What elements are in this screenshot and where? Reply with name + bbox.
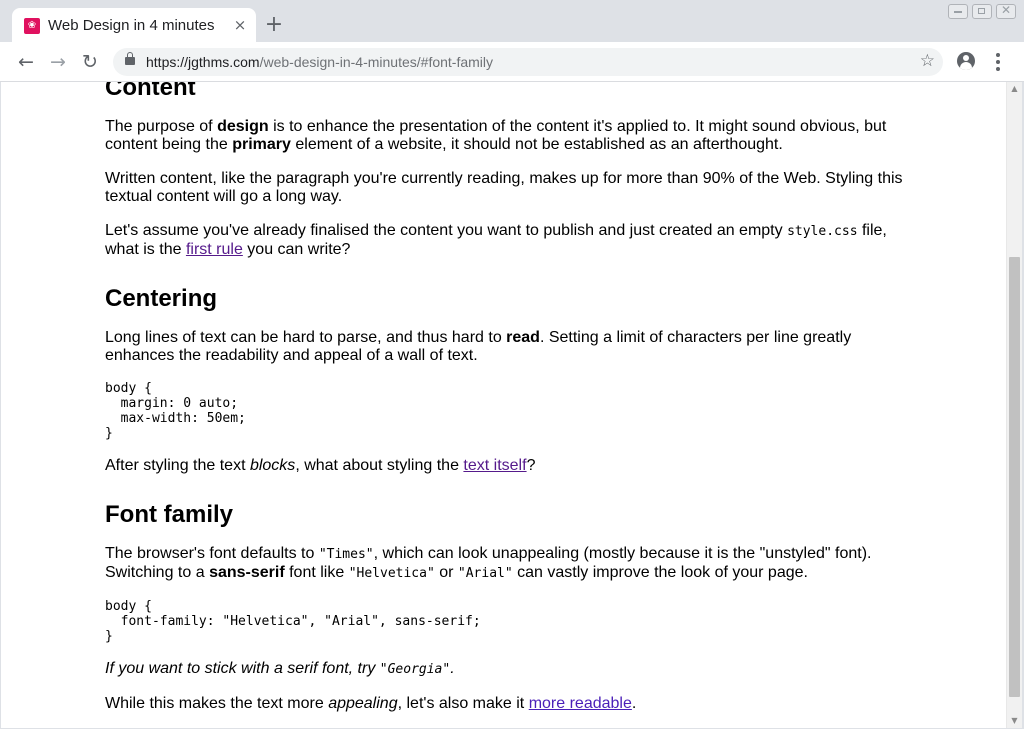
star-outline-icon[interactable]: ☆ [920,51,935,71]
close-tab-icon[interactable]: × [230,15,250,35]
scroll-down-icon[interactable]: ▼ [1007,714,1022,728]
url-host: https://jgthms.com [146,54,260,70]
heading-centering: Centering [105,285,218,312]
paragraph: If you want to stick with a serif font, … [105,660,455,677]
page-viewport: Content The purpose of design is to enha… [1,82,1006,728]
paragraph: The browser's font defaults to "Times", … [105,545,872,581]
code-block: body { margin: 0 auto; max-width: 50em; … [105,381,246,441]
lock-icon[interactable] [125,52,135,66]
browser-tab-active[interactable]: ❀ Web Design in 4 minutes × [12,8,256,42]
close-window-button[interactable]: ✕ [996,3,1016,19]
address-bar[interactable]: https://jgthms.com/web-design-in-4-minut… [113,48,943,76]
code-block: body { font-family: "Helvetica", "Arial"… [105,599,481,644]
inline-code: "Times" [318,547,374,562]
tab-title: Web Design in 4 minutes [48,17,215,34]
paragraph: Written content, like the paragraph you'… [105,170,903,205]
article-content: Content The purpose of design is to enha… [105,82,915,728]
paragraph: While this makes the text more appealing… [105,695,637,712]
heading-font-family: Font family [105,501,234,528]
arrow-left-icon[interactable]: ← [14,50,38,74]
link-text-itself[interactable]: text itself [463,457,526,474]
arrow-right-icon[interactable]: → [46,50,70,74]
paragraph: The purpose of design is to enhance the … [105,118,887,153]
inline-code: style.css [787,224,858,239]
window-controls: ✕ [948,3,1016,19]
maximize-button[interactable] [972,4,992,19]
new-tab-icon[interactable]: + [262,14,286,38]
paragraph: Long lines of text can be hard to parse,… [105,329,852,364]
scrollbar-thumb[interactable] [1009,257,1020,697]
vertical-scrollbar[interactable]: ▲ ▼ [1006,82,1022,728]
url-path: /web-design-in-4-minutes/#font-family [259,54,494,70]
scroll-up-icon[interactable]: ▲ [1007,82,1022,96]
favicon-icon: ❀ [24,18,40,34]
paragraph: Let's assume you've already finalised th… [105,222,887,258]
minimize-button[interactable] [948,4,968,19]
inline-code: "Arial" [457,566,513,581]
kebab-menu-icon[interactable] [990,51,1006,73]
inline-code: "Helvetica" [348,566,435,581]
link-more-readable[interactable]: more readable [529,695,632,712]
url-text[interactable]: https://jgthms.com/web-design-in-4-minut… [146,54,493,70]
inline-code: "Georgia" [379,662,451,677]
paragraph: After styling the text blocks, what abou… [105,457,536,474]
heading-content: Content [105,82,196,101]
link-first-rule[interactable]: first rule [186,241,243,258]
tab-strip: ❀ Web Design in 4 minutes × + ✕ [0,0,1024,42]
reload-icon[interactable]: ↻ [78,50,102,74]
browser-toolbar: ← → ↻ https://jgthms.com/web-design-in-4… [0,42,1024,82]
account-icon[interactable] [957,52,975,70]
